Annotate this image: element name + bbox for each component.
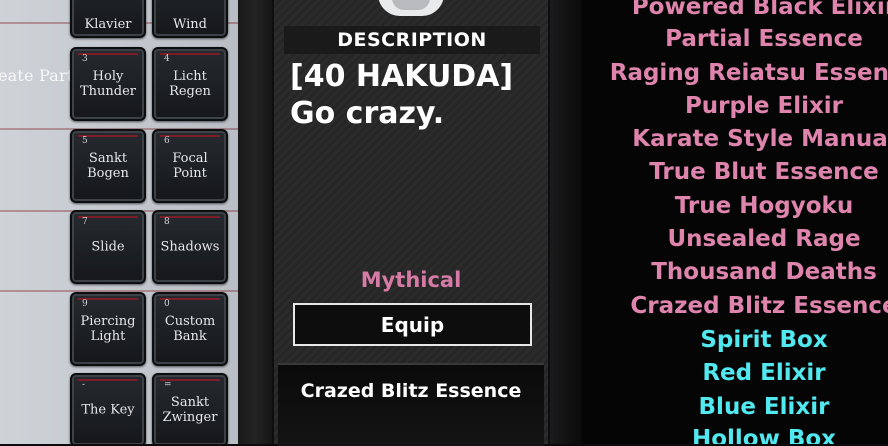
description-header: DESCRIPTION (284, 26, 540, 54)
skill-slot-shadows[interactable]: 8 Shadows (152, 210, 228, 284)
inventory-item[interactable]: Red Elixir (582, 358, 888, 388)
slot-key-number: 5 (82, 136, 88, 146)
slot-label: Piercing Light (80, 314, 136, 344)
selected-item-bar: Crazed Blitz Essence (278, 363, 544, 446)
rarity-label: Mythical (360, 268, 462, 292)
slot-label: Sankt Zwinger (162, 395, 218, 425)
skill-slot-wind[interactable]: Wind (152, 0, 228, 38)
slot-label: Focal Point (172, 151, 208, 181)
skill-slot-slide[interactable]: 7 Slide (70, 210, 146, 284)
slot-key-number: 7 (82, 217, 88, 227)
description-text: [40 HAKUDA] Go crazy. (290, 59, 514, 131)
inventory-item[interactable]: Hollow Box (582, 424, 888, 444)
slot-label: The Key (81, 402, 135, 418)
skill-slot-licht-regen[interactable]: 4 Licht Regen (152, 47, 228, 121)
item-preview-icon (378, 0, 444, 16)
slot-label: Custom Bank (164, 314, 216, 344)
skill-slot-klavier[interactable]: Klavier (70, 0, 146, 38)
slot-key-number: 8 (164, 217, 170, 227)
slot-label: Klavier (84, 17, 132, 32)
skill-slot-sankt-zwinger[interactable]: = Sankt Zwinger (152, 373, 228, 444)
slot-key-number: 4 (164, 54, 170, 64)
slot-key-number: 0 (164, 299, 170, 309)
inventory-item[interactable]: True Hogyoku (582, 191, 888, 221)
skill-slot-the-key[interactable]: - The Key (70, 373, 146, 444)
slot-key-number: 6 (164, 136, 170, 146)
skill-slot-piercing-light[interactable]: 9 Piercing Light (70, 292, 146, 366)
skill-slot-holy-thunder[interactable]: 3 Holy Thunder (70, 47, 146, 121)
inventory-item[interactable]: Thousand Deaths (582, 257, 888, 287)
item-description-panel: DESCRIPTION [40 HAKUDA] Go crazy. Mythic… (272, 0, 550, 446)
inventory-item[interactable]: Unsealed Rage (582, 224, 888, 254)
panel-divider (238, 0, 272, 444)
inventory-list[interactable]: Powered Black Elixir Partial Essence Rag… (550, 0, 888, 444)
game-world-view: eate Party Klavier Wind 3 Holy Thunder 4… (0, 0, 238, 444)
slot-label: Holy Thunder (79, 69, 137, 99)
inventory-item[interactable]: Spirit Box (582, 325, 888, 355)
slot-label: Shadows (160, 239, 220, 255)
slot-key-number: = (164, 380, 172, 390)
skill-slot-focal-point[interactable]: 6 Focal Point (152, 129, 228, 203)
inventory-item[interactable]: Crazed Blitz Essence (582, 291, 888, 321)
selected-item-name: Crazed Blitz Essence (300, 380, 522, 402)
slot-key-number: 3 (82, 54, 88, 64)
inventory-item[interactable]: True Blut Essence (582, 157, 888, 187)
inventory-item[interactable]: Powered Black Elixir (582, 0, 888, 22)
inventory-item[interactable]: Karate Style Manual (582, 124, 888, 154)
slot-label: Slide (91, 239, 125, 255)
inventory-item[interactable]: Partial Essence (582, 24, 888, 54)
inventory-item[interactable]: Raging Reiatsu Essence (582, 58, 888, 88)
slot-key-number: 9 (82, 299, 88, 309)
inventory-item[interactable]: Purple Elixir (582, 91, 888, 121)
slot-key-number: - (82, 380, 86, 390)
slot-label: Sankt Bogen (87, 151, 129, 181)
slot-label: Licht Regen (169, 69, 211, 99)
equip-button[interactable]: Equip (293, 303, 532, 346)
skill-slot-sankt-bogen[interactable]: 5 Sankt Bogen (70, 129, 146, 203)
skill-slot-custom-bank[interactable]: 0 Custom Bank (152, 292, 228, 366)
slot-label: Wind (173, 17, 207, 32)
inventory-item[interactable]: Blue Elixir (582, 392, 888, 422)
